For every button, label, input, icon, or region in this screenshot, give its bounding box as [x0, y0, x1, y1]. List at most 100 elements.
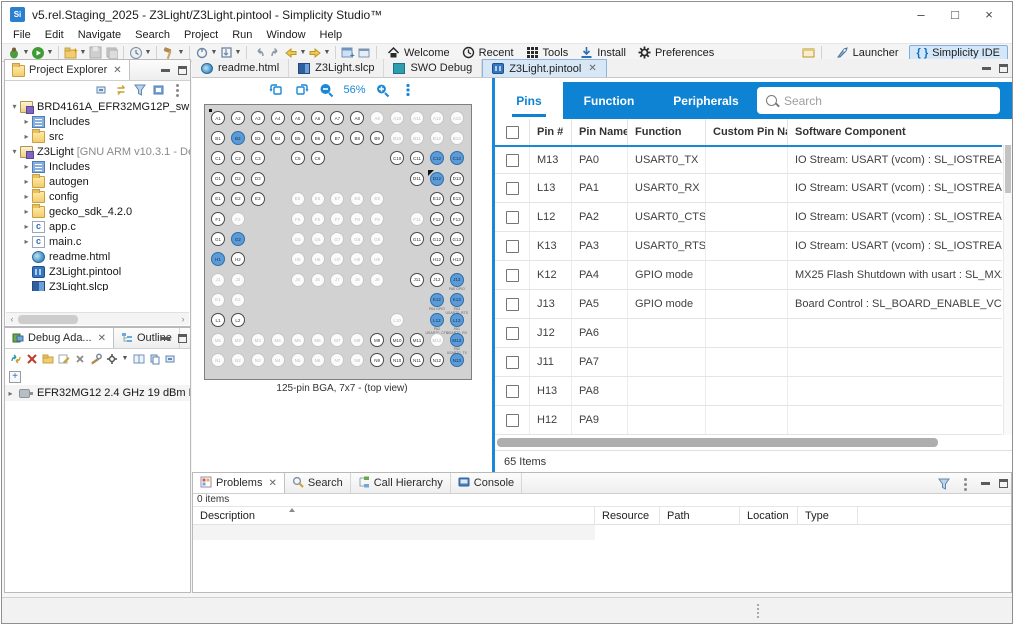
delete-icon[interactable]: [73, 352, 86, 365]
bga-pin-L1[interactable]: L1: [211, 313, 225, 327]
tree-item-config[interactable]: ▸config: [5, 189, 190, 204]
pin-table-row[interactable]: J12PA6: [495, 319, 1002, 348]
collapse-all-icon[interactable]: [164, 352, 177, 365]
bga-pin-C2[interactable]: C2: [231, 151, 245, 165]
bga-pin-B12[interactable]: B12: [430, 131, 444, 145]
bga-pin-M6[interactable]: M6: [311, 333, 325, 347]
bga-pin-H7[interactable]: H7: [330, 252, 344, 266]
bga-pin-N4[interactable]: N4: [271, 353, 285, 367]
bga-pin-F13[interactable]: F13: [450, 212, 464, 226]
bga-pin-M10[interactable]: M10: [390, 333, 404, 347]
bga-pin-H13[interactable]: H13: [450, 252, 464, 266]
bga-pin-K1[interactable]: K1: [211, 293, 225, 307]
bga-pin-K13[interactable]: K13: [450, 293, 464, 307]
menu-search[interactable]: Search: [128, 29, 177, 41]
editor-tab-z3light-pintool[interactable]: Z3Light.pintool✕: [482, 59, 607, 77]
bga-pin-N2[interactable]: N2: [231, 353, 245, 367]
bga-pin-G13[interactable]: G13: [450, 232, 464, 246]
editor-tab-z3light-slcp[interactable]: Z3Light.slcp: [289, 59, 384, 77]
row-checkbox[interactable]: [506, 240, 519, 253]
rename-icon[interactable]: [57, 352, 70, 365]
minimize-view-icon[interactable]: [982, 67, 991, 70]
tree-item-src[interactable]: ▸src: [5, 129, 190, 144]
tree-item-gecko-sdk-4-2-0[interactable]: ▸gecko_sdk_4.2.0: [5, 204, 190, 219]
recent-button[interactable]: Recent: [456, 46, 520, 59]
tab-pins[interactable]: Pins: [495, 82, 563, 119]
filter-icon[interactable]: [937, 477, 950, 490]
bga-pin-B2[interactable]: B2: [231, 131, 245, 145]
tree-item-readme-html[interactable]: readme.html: [5, 249, 190, 264]
bga-pin-M7[interactable]: M7: [330, 333, 344, 347]
bga-pin-H8[interactable]: H8: [350, 252, 364, 266]
menu-project[interactable]: Project: [177, 29, 225, 41]
profile-dropdown[interactable]: ▼: [210, 49, 218, 56]
copy-icon[interactable]: [148, 352, 161, 365]
bga-pin-A3[interactable]: A3: [251, 111, 265, 125]
row-checkbox[interactable]: [506, 356, 519, 369]
bga-pin-E2[interactable]: E2: [231, 192, 245, 206]
close-icon[interactable]: ✕: [113, 65, 121, 76]
expander-icon[interactable]: ▸: [5, 389, 16, 398]
build-dropdown[interactable]: ▼: [177, 49, 185, 56]
bga-pin-H12[interactable]: H12: [430, 252, 444, 266]
tree-item-z3light-pintool[interactable]: Z3Light.pintool: [5, 264, 190, 279]
bga-pin-N11[interactable]: N11: [410, 353, 424, 367]
tab-project-explorer[interactable]: Project Explorer ✕: [5, 60, 130, 80]
close-icon[interactable]: ✕: [588, 63, 596, 74]
editor-tab-readme-html[interactable]: readme.html: [192, 59, 289, 77]
row-checkbox[interactable]: [506, 269, 519, 282]
scrollbar-thumb[interactable]: [1005, 145, 1011, 193]
bga-pin-G2[interactable]: G2: [231, 232, 245, 246]
pin-table-row[interactable]: H12PA9: [495, 406, 1002, 435]
bga-pin-C3[interactable]: C3: [251, 151, 265, 165]
expand-toggle[interactable]: +: [9, 371, 21, 383]
maximize-button[interactable]: □: [938, 2, 972, 27]
bga-pin-G12[interactable]: G12: [430, 232, 444, 246]
bga-pin-A13[interactable]: A13: [450, 111, 464, 125]
bga-pin-J11[interactable]: J11: [410, 273, 424, 287]
bga-pin-M4[interactable]: M4: [271, 333, 285, 347]
bga-pin-N5[interactable]: N5: [291, 353, 305, 367]
bga-pin-N7[interactable]: N7: [330, 353, 344, 367]
bga-pin-B9[interactable]: B9: [370, 131, 384, 145]
bga-pin-C10[interactable]: C10: [390, 151, 404, 165]
bga-pin-D11[interactable]: D11: [410, 172, 424, 186]
column-header-pin-name[interactable]: Pin Name↑: [571, 119, 627, 145]
column-header-description[interactable]: Description: [193, 507, 595, 524]
bga-pin-C1[interactable]: C1: [211, 151, 225, 165]
bga-pin-F2[interactable]: F2: [231, 212, 245, 226]
tab-debug-adapters[interactable]: Debug Ada... ✕: [5, 328, 114, 348]
pin-table-row[interactable]: H13PA8: [495, 377, 1002, 406]
bga-pin-B8[interactable]: B8: [350, 131, 364, 145]
bga-pin-G9[interactable]: G9: [370, 232, 384, 246]
bga-pin-M13[interactable]: M13: [450, 333, 464, 347]
bga-pin-E13[interactable]: E13: [450, 192, 464, 206]
minimize-view-icon[interactable]: [161, 337, 170, 340]
column-header-resource[interactable]: Resource: [595, 507, 660, 524]
link-editor-icon[interactable]: [114, 83, 127, 96]
row-checkbox[interactable]: [506, 414, 519, 427]
bga-pin-D2[interactable]: D2: [231, 172, 245, 186]
bga-pin-G7[interactable]: G7: [330, 232, 344, 246]
bga-pin-J8[interactable]: J8: [350, 273, 364, 287]
bga-pin-F12[interactable]: F12: [430, 212, 444, 226]
bga-pin-N10[interactable]: N10: [390, 353, 404, 367]
tab-console[interactable]: Console: [451, 473, 522, 493]
tree-item-brd4161a-efr32mg12p-switch-led-polle[interactable]: ▾BRD4161A_EFR32MG12P_switch_led_polle: [5, 99, 190, 114]
bga-pin-H9[interactable]: H9: [370, 252, 384, 266]
bga-pin-C12[interactable]: C12: [430, 151, 444, 165]
bga-pin-M3[interactable]: M3: [251, 333, 265, 347]
expander-icon[interactable]: ▸: [21, 117, 32, 126]
tree-item-main-c[interactable]: ▸main.c: [5, 234, 190, 249]
bga-pin-N1[interactable]: N1: [211, 353, 225, 367]
bga-pin-M1[interactable]: M1: [211, 333, 225, 347]
settings-dropdown[interactable]: ▼: [121, 355, 129, 362]
tab-search[interactable]: Search: [285, 473, 351, 493]
minimize-view-icon[interactable]: [981, 482, 990, 485]
tab-function[interactable]: Function: [563, 82, 655, 119]
bga-pin-D3[interactable]: D3: [251, 172, 265, 186]
menu-window[interactable]: Window: [259, 29, 312, 41]
bga-pin-N8[interactable]: N8: [350, 353, 364, 367]
forward-dropdown[interactable]: ▼: [323, 49, 331, 56]
vertical-scrollbar[interactable]: [1003, 145, 1012, 435]
